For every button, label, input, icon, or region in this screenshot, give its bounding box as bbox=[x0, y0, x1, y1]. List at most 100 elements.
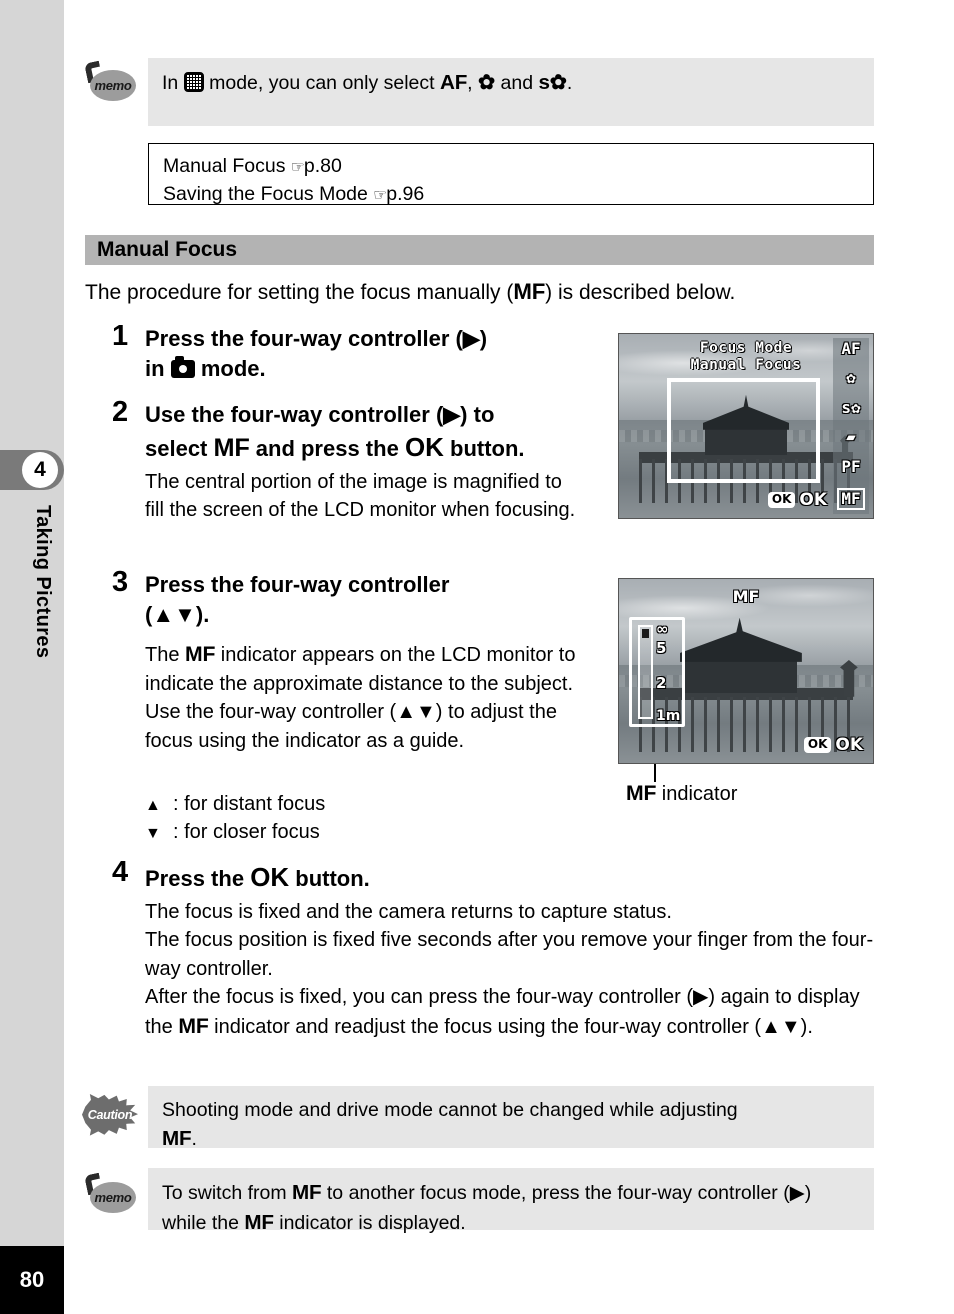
mf-indicator-knob[interactable] bbox=[642, 629, 649, 638]
focus-mode-mf-selected[interactable]: MF bbox=[837, 487, 865, 510]
mf-indicator-scale: ∞ 5 2 1m bbox=[656, 620, 681, 724]
memo-note-bottom: To switch from MF to another focus mode,… bbox=[148, 1168, 874, 1234]
focus-mode-pf[interactable]: PF bbox=[841, 458, 860, 475]
down-arrow-icon: ▼ bbox=[145, 825, 161, 843]
caution-starburst: Caution bbox=[82, 1094, 138, 1136]
step-2-button: button. bbox=[450, 435, 525, 461]
step-4-body-line3-mf: MF bbox=[178, 1014, 209, 1038]
pointing-hand-icon: ☞ bbox=[373, 187, 387, 205]
lcd1-focus-mode-list[interactable]: AF ✿ s✿ ▰ PF MF bbox=[833, 338, 869, 514]
step-3-heading-line1: Press the four-way controller bbox=[145, 572, 450, 597]
step-2-press: and press the bbox=[255, 435, 399, 461]
step-4-body-line3: After the focus is fixed, you can press … bbox=[145, 983, 887, 1041]
reference-label-2: Saving the Focus Mode bbox=[163, 183, 368, 206]
period-1: . bbox=[566, 72, 573, 94]
step-2-heading-line1: Use the four-way controller (▶) to bbox=[145, 402, 495, 427]
section-intro: The procedure for setting the focus manu… bbox=[85, 276, 885, 307]
step-3-body-mf: MF bbox=[185, 643, 216, 666]
ok-button-chip-icon: OK bbox=[767, 492, 796, 508]
lcd2-ok-hint: OK OK bbox=[803, 735, 863, 755]
memo-bottom-mf2: MF bbox=[244, 1210, 274, 1234]
lcd1-ok-hint: OK OK bbox=[767, 490, 827, 510]
focus-mode-macro-icon[interactable]: ✿ bbox=[846, 370, 856, 386]
intro-after: ) is described below. bbox=[545, 281, 736, 304]
step-1-heading-line1: Press the four-way controller (▶) bbox=[145, 326, 488, 351]
memo-icon: memo bbox=[84, 60, 136, 102]
section-heading-bar: Manual Focus bbox=[85, 235, 874, 265]
memo-oval: memo bbox=[90, 1182, 136, 1213]
step-1-number: 1 bbox=[112, 320, 129, 352]
section-title: Manual Focus bbox=[97, 238, 238, 261]
lcd2-ok-label: OK bbox=[835, 735, 863, 755]
manual-page: 4 Taking Pictures 80 memo In mode, you c… bbox=[0, 0, 954, 1314]
reference-item-1: Manual Focus ☞p.80 bbox=[163, 152, 859, 180]
lcd2-mf-label: MF bbox=[732, 587, 760, 606]
step-3-bullet-1: ▲ : for distant focus bbox=[145, 790, 585, 818]
memo-text-and: and bbox=[500, 72, 534, 94]
step-3-bullet-2-text: : for closer focus bbox=[173, 821, 320, 844]
mf-scale-5: 5 bbox=[656, 639, 667, 657]
caution-note-text: Shooting mode and drive mode cannot be c… bbox=[162, 1096, 860, 1154]
step-2-heading-line2: select MF and press the OK button. bbox=[145, 430, 615, 465]
mf-indicator-bar[interactable] bbox=[638, 625, 653, 719]
ok-button-chip-icon: OK bbox=[803, 737, 832, 753]
memo-icon: memo bbox=[84, 1172, 136, 1214]
memo-text-before: In bbox=[162, 72, 179, 94]
memo-icon-label: memo bbox=[94, 78, 132, 93]
step-4-number: 4 bbox=[112, 856, 129, 888]
lcd-screenshot-focus-mode: Focus Mode Manual Focus AF ✿ s✿ ▰ PF MF … bbox=[618, 333, 874, 519]
step-3-body: The MF indicator appears on the LCD moni… bbox=[145, 640, 595, 755]
step-4-body-line2: The focus position is fixed five seconds… bbox=[145, 929, 874, 980]
chapter-label: Taking Pictures bbox=[32, 505, 54, 659]
memo-note-top-text: In mode, you can only select AF, ✿ and s… bbox=[162, 68, 860, 98]
reference-page-2: p.96 bbox=[386, 183, 425, 206]
memo-bottom-c: indicator is displayed. bbox=[279, 1211, 466, 1234]
memo-text-after: mode, you can only select bbox=[209, 72, 435, 94]
option-af: AF bbox=[440, 71, 468, 94]
reference-label-1: Manual Focus bbox=[163, 155, 286, 177]
step-2-body: The central portion of the image is magn… bbox=[145, 471, 576, 522]
step-4-body-line3-b: indicator and readjust the focus using t… bbox=[214, 1015, 813, 1038]
reference-page-1: p.80 bbox=[303, 155, 342, 177]
memo-note-bottom-text: To switch from MF to another focus mode,… bbox=[162, 1178, 860, 1238]
caution-text-mf: MF bbox=[162, 1127, 192, 1151]
focus-mode-landscape-icon[interactable]: ▰ bbox=[846, 429, 856, 445]
memo-bottom-mf1: MF bbox=[292, 1181, 322, 1204]
mf-caption-mf: MF bbox=[626, 782, 657, 805]
lcd1-ok-label: OK bbox=[799, 490, 827, 510]
option-macro-icon: ✿ bbox=[477, 71, 496, 94]
memo-icon-label: memo bbox=[94, 1190, 132, 1205]
step-3-number: 3 bbox=[112, 566, 129, 598]
step-3-heading-line2: (▲▼). bbox=[145, 601, 210, 627]
pointing-hand-icon: ☞ bbox=[290, 159, 305, 176]
step-4-button: button. bbox=[295, 866, 370, 891]
mf-scale-1m: 1m bbox=[656, 708, 681, 724]
intro-before: The procedure for setting the focus manu… bbox=[85, 281, 514, 304]
step-2-select: select bbox=[145, 435, 208, 461]
focus-mode-af[interactable]: AF bbox=[841, 341, 860, 357]
step-2-ok: OK bbox=[404, 431, 444, 462]
chapter-number: 4 bbox=[22, 452, 58, 488]
mf-caption-text: indicator bbox=[661, 783, 738, 805]
intro-mf: MF bbox=[513, 279, 546, 304]
step-2-mf: MF bbox=[213, 433, 250, 462]
lcd2-pavilion bbox=[685, 656, 797, 694]
focus-mode-super-macro-icon[interactable]: s✿ bbox=[841, 399, 860, 416]
page-number: 80 bbox=[0, 1246, 64, 1314]
caution-icon: Caution bbox=[82, 1092, 138, 1138]
mf-scale-infinity: ∞ bbox=[656, 620, 669, 638]
capture-mode-camera-icon bbox=[170, 355, 195, 378]
step-3-heading: Press the four-way controller (▲▼). bbox=[145, 570, 605, 629]
step-2-number: 2 bbox=[112, 396, 129, 428]
caution-note: Shooting mode and drive mode cannot be c… bbox=[148, 1086, 874, 1150]
mf-indicator-gauge[interactable]: ∞ 5 2 1m bbox=[629, 617, 685, 727]
frame-composite-mode-icon bbox=[183, 72, 204, 92]
reference-item-2: Saving the Focus Mode ☞p.96 bbox=[163, 180, 859, 208]
mf-scale-2: 2 bbox=[656, 674, 667, 692]
caution-text-a: Shooting mode and drive mode cannot be c… bbox=[162, 1099, 738, 1121]
caution-text-b: . bbox=[191, 1128, 197, 1151]
lcd1-focus-frame bbox=[667, 378, 820, 483]
step-2-heading: Use the four-way controller (▶) to selec… bbox=[145, 400, 615, 465]
step-4-press: Press the bbox=[145, 866, 245, 891]
step-4-body: The focus is fixed and the camera return… bbox=[145, 898, 887, 1042]
